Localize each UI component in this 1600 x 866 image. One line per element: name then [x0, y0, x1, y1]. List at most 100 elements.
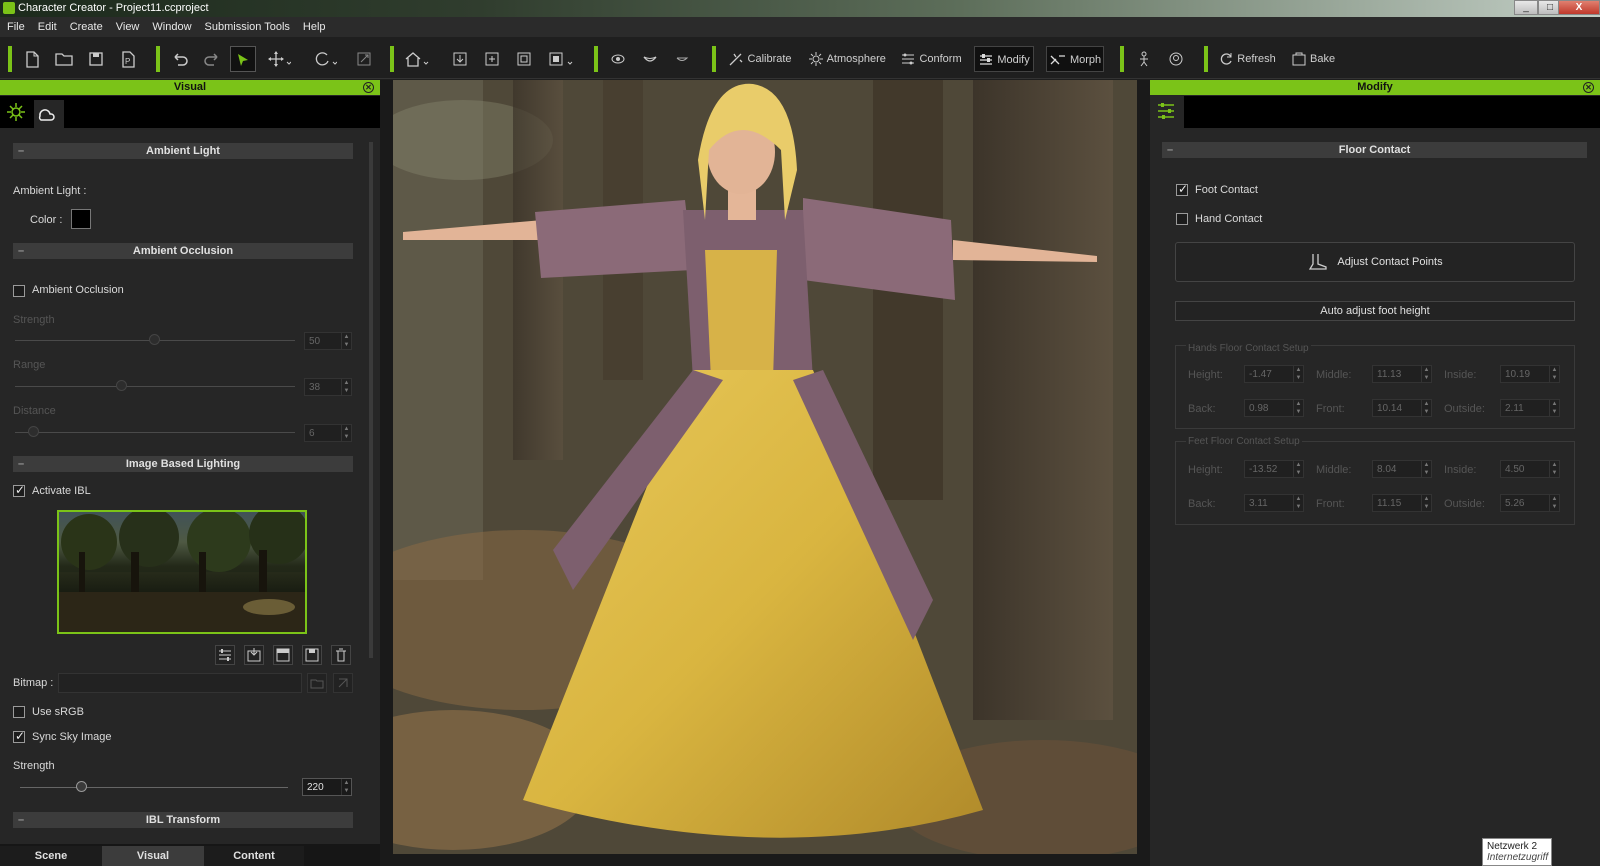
- spin-arrows-icon[interactable]: ▲ ▼: [1549, 495, 1559, 511]
- fit-view-icon[interactable]: [480, 46, 504, 72]
- drop-to-floor-icon[interactable]: [448, 46, 472, 72]
- refresh-button[interactable]: Refresh: [1214, 46, 1280, 72]
- auto-adjust-foot-height-button[interactable]: Auto adjust foot height: [1175, 301, 1575, 321]
- mouth-view-icon[interactable]: [638, 46, 662, 72]
- bake-button[interactable]: Bake: [1288, 46, 1338, 72]
- sky-settings-icon[interactable]: [34, 100, 64, 128]
- home-view-icon[interactable]: [400, 46, 434, 72]
- undo-icon[interactable]: [168, 46, 192, 72]
- hands-middle-input[interactable]: 11.13 ▲ ▼: [1372, 365, 1432, 383]
- adjust-contact-points-button[interactable]: Adjust Contact Points: [1175, 242, 1575, 282]
- feet-inside-input[interactable]: 4.50 ▲ ▼: [1500, 460, 1560, 478]
- scale-tool-icon[interactable]: [352, 46, 376, 72]
- feet-back-input[interactable]: 3.11 ▲ ▼: [1244, 494, 1304, 512]
- ambient-occlusion-header[interactable]: – Ambient Occlusion: [13, 243, 353, 259]
- bitmap-clear-icon[interactable]: [333, 673, 353, 693]
- calibrate-button[interactable]: Calibrate: [724, 46, 796, 72]
- spin-arrows-icon[interactable]: ▲ ▼: [1293, 400, 1303, 416]
- panel-close-icon[interactable]: ✕: [363, 82, 374, 93]
- menu-create[interactable]: Create: [63, 17, 109, 33]
- spin-arrows-icon[interactable]: ▲ ▼: [1549, 366, 1559, 382]
- lips-view-icon[interactable]: [670, 46, 694, 72]
- menu-file[interactable]: File: [0, 17, 31, 33]
- spin-arrows-icon[interactable]: ▲ ▼: [1293, 461, 1303, 477]
- feet-outside-input[interactable]: 5.26 ▲ ▼: [1500, 494, 1560, 512]
- right-splitter[interactable]: [1137, 80, 1150, 866]
- camera-view-icon[interactable]: [544, 46, 578, 72]
- select-tool-icon[interactable]: [230, 46, 256, 72]
- conform-button[interactable]: Conform: [898, 46, 964, 72]
- ibl-strength-input[interactable]: 220 ▲ ▼: [302, 778, 352, 796]
- spin-arrows-icon[interactable]: ▲ ▼: [1549, 461, 1559, 477]
- ibl-thumbnail[interactable]: [57, 510, 307, 634]
- open-folder-icon[interactable]: [52, 46, 76, 72]
- close-button[interactable]: X: [1558, 0, 1600, 15]
- ambient-light-header[interactable]: – Ambient Light: [13, 143, 353, 159]
- hands-front-input[interactable]: 10.14 ▲ ▼: [1372, 399, 1432, 417]
- menu-edit[interactable]: Edit: [31, 17, 63, 33]
- ao-range-track[interactable]: [15, 386, 295, 387]
- panel-close-icon[interactable]: ✕: [1583, 82, 1594, 93]
- new-file-icon[interactable]: [20, 46, 44, 72]
- left-splitter[interactable]: [380, 80, 393, 866]
- spin-arrows-icon[interactable]: ▲ ▼: [1421, 461, 1431, 477]
- morph-button[interactable]: Morph: [1046, 46, 1104, 72]
- ibl-header[interactable]: – Image Based Lighting: [13, 456, 353, 472]
- rotate-tool-icon[interactable]: [308, 46, 342, 72]
- spin-arrows-icon[interactable]: ▲ ▼: [1421, 366, 1431, 382]
- bitmap-browse-icon[interactable]: [307, 673, 327, 693]
- redo-icon[interactable]: [200, 46, 224, 72]
- spin-arrows-icon[interactable]: ▲ ▼: [341, 425, 351, 441]
- ao-distance-knob[interactable]: [28, 426, 39, 437]
- hands-height-input[interactable]: -1.47 ▲ ▼: [1244, 365, 1304, 383]
- minimize-button[interactable]: _: [1514, 0, 1538, 15]
- save-icon[interactable]: [84, 46, 108, 72]
- frame-selected-icon[interactable]: [512, 46, 536, 72]
- spin-arrows-icon[interactable]: ▲ ▼: [341, 333, 351, 349]
- menu-view[interactable]: View: [109, 17, 146, 33]
- menu-help[interactable]: Help: [296, 17, 332, 33]
- spin-arrows-icon[interactable]: ▲ ▼: [1293, 366, 1303, 382]
- spin-arrows-icon[interactable]: ▲ ▼: [1421, 400, 1431, 416]
- ibl-load-icon[interactable]: [244, 645, 264, 665]
- ambient-color-swatch[interactable]: [71, 209, 91, 229]
- modify-button[interactable]: Modify: [974, 46, 1034, 72]
- feet-middle-input[interactable]: 8.04 ▲ ▼: [1372, 460, 1432, 478]
- feet-front-input[interactable]: 11.15 ▲ ▼: [1372, 494, 1432, 512]
- ao-range-input[interactable]: 38 ▲ ▼: [304, 378, 352, 396]
- activate-ibl-checkbox[interactable]: [13, 483, 25, 497]
- pose-figure-icon[interactable]: [1132, 46, 1156, 72]
- ao-range-knob[interactable]: [116, 380, 127, 391]
- ibl-strength-knob[interactable]: [76, 781, 87, 792]
- hands-outside-input[interactable]: 2.11 ▲ ▼: [1500, 399, 1560, 417]
- headshot-icon[interactable]: [1164, 46, 1188, 72]
- spin-arrows-icon[interactable]: ▲ ▼: [1421, 495, 1431, 511]
- spin-arrows-icon[interactable]: ▲ ▼: [1549, 400, 1559, 416]
- atmosphere-button[interactable]: Atmosphere: [806, 46, 888, 72]
- floor-contact-header[interactable]: – Floor Contact: [1162, 142, 1587, 158]
- ao-strength-input[interactable]: 50 ▲ ▼: [304, 332, 352, 350]
- feet-height-input[interactable]: -13.52 ▲ ▼: [1244, 460, 1304, 478]
- hand-contact-checkbox[interactable]: [1176, 213, 1188, 225]
- spin-arrows-icon[interactable]: ▲ ▼: [341, 779, 351, 795]
- hands-inside-input[interactable]: 10.19 ▲ ▼: [1500, 365, 1560, 383]
- ibl-strength-track[interactable]: [20, 787, 288, 788]
- spin-arrows-icon[interactable]: ▲ ▼: [1293, 495, 1303, 511]
- ibl-transform-header[interactable]: – IBL Transform: [13, 812, 353, 828]
- ao-distance-input[interactable]: 6 ▲ ▼: [304, 424, 352, 442]
- tab-visual[interactable]: Visual: [102, 846, 204, 866]
- ibl-settings-icon[interactable]: [215, 645, 235, 665]
- sync-sky-checkbox[interactable]: [13, 729, 25, 743]
- hands-back-input[interactable]: 0.98 ▲ ▼: [1244, 399, 1304, 417]
- ao-distance-track[interactable]: [15, 432, 295, 433]
- use-srgb-checkbox[interactable]: [13, 706, 25, 718]
- menu-window[interactable]: Window: [145, 17, 197, 33]
- left-panel-scrollbar[interactable]: [369, 142, 373, 658]
- modify-settings-tab[interactable]: [1150, 96, 1184, 128]
- ibl-save-icon[interactable]: [302, 645, 322, 665]
- spin-arrows-icon[interactable]: ▲ ▼: [341, 379, 351, 395]
- menu-submission-tools[interactable]: Submission Tools: [198, 17, 296, 33]
- foot-contact-checkbox[interactable]: [1176, 182, 1188, 196]
- ibl-delete-icon[interactable]: [331, 645, 351, 665]
- eye-view-icon[interactable]: [606, 46, 630, 72]
